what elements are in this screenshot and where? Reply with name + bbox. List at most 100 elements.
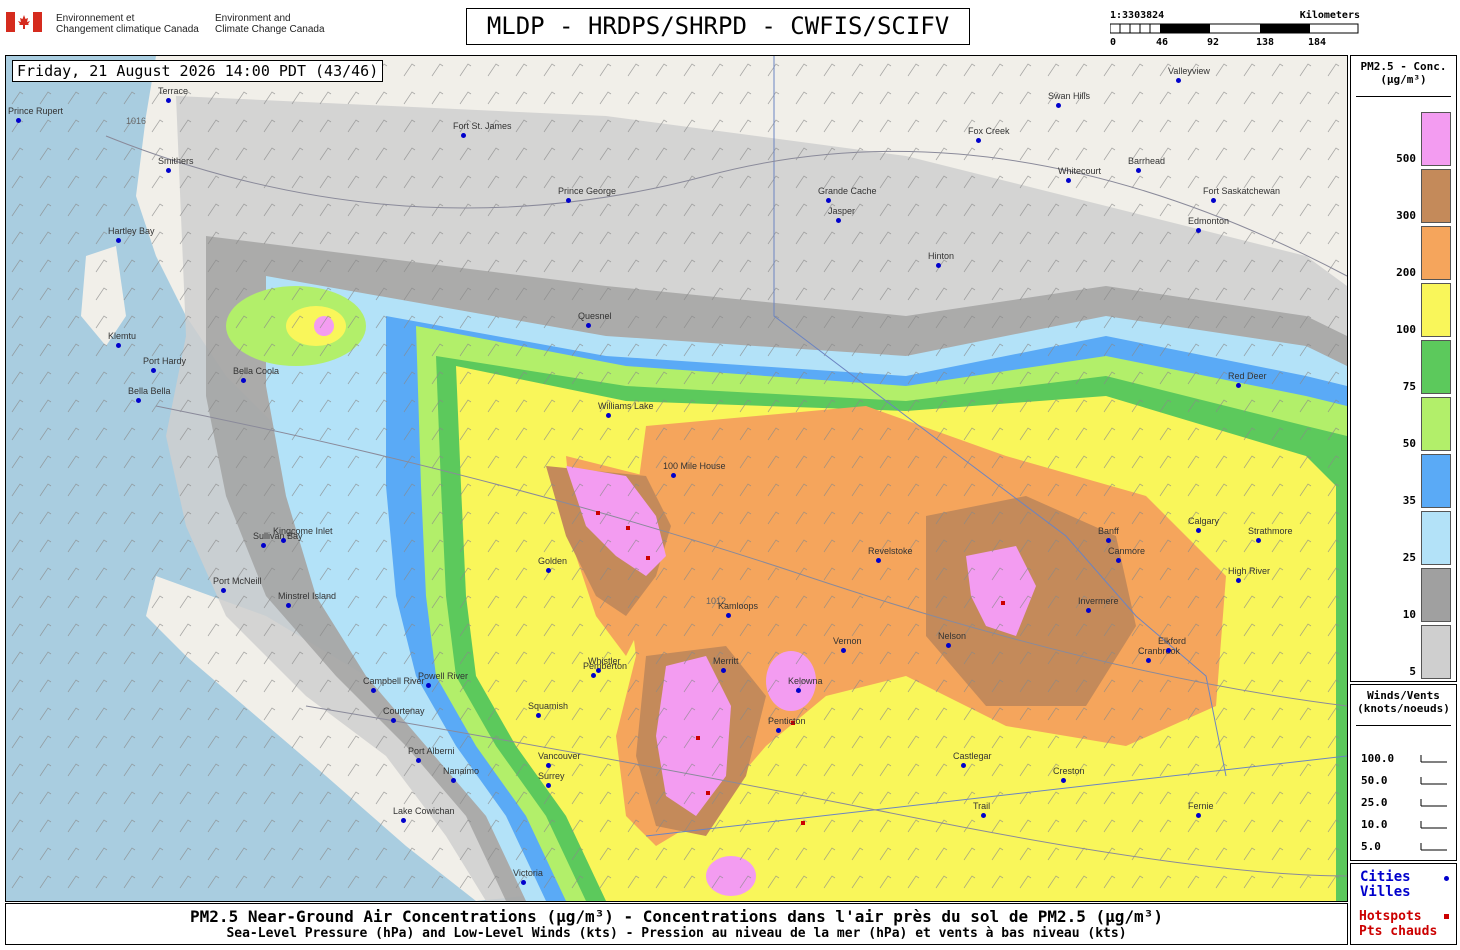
city-dot-icon — [606, 413, 611, 418]
city-dot-icon — [116, 238, 121, 243]
city-label: High River — [1228, 566, 1271, 576]
city-dot-icon — [241, 378, 246, 383]
city-label: Hinton — [928, 251, 955, 261]
caption-line1: PM2.5 Near-Ground Air Concentrations (µg… — [190, 907, 1163, 926]
city-dot-icon — [16, 118, 21, 123]
hotspots-legend-label: Hotspots Pts chauds — [1359, 909, 1437, 939]
isobar-label: 1016 — [126, 116, 147, 126]
scale-bar-graphic — [1110, 23, 1359, 34]
pm-legend-label: 50 — [1402, 437, 1416, 450]
city-dot-icon — [286, 603, 291, 608]
city-label: Swan Hills — [1048, 91, 1091, 101]
city-dot-icon — [1146, 658, 1151, 663]
scale-unit: Kilometers — [1299, 10, 1360, 21]
scale-tick: 138 — [1256, 37, 1275, 48]
city-dot-icon — [826, 198, 831, 203]
city-label: Castlegar — [953, 751, 992, 761]
wind-legend-title-line2: (knots/noeuds) — [1357, 702, 1450, 715]
city-label: Penticton — [768, 716, 806, 726]
city-label: Port Hardy — [143, 356, 187, 366]
city-label: Whitecourt — [1058, 166, 1102, 176]
city-dot-icon — [391, 718, 396, 723]
scale-tick: 92 — [1207, 37, 1220, 48]
map-caption: PM2.5 Near-Ground Air Concentrations (µg… — [5, 903, 1348, 945]
city-label: Williams Lake — [598, 401, 654, 411]
pm-legend-label: 100 — [1396, 323, 1416, 336]
pm-legend-swatch — [1421, 340, 1451, 394]
city-label: Canmore — [1108, 546, 1146, 556]
city-dot-icon — [876, 558, 881, 563]
agency-en-line1: Environment and — [215, 13, 291, 24]
pm-legend-label: 75 — [1402, 380, 1416, 393]
city-label: Cranbrook — [1138, 646, 1181, 656]
city-label: Merritt — [713, 656, 739, 666]
city-label: Victoria — [513, 868, 543, 878]
city-dot-icon — [166, 98, 171, 103]
pm-legend-label: 5 — [1409, 665, 1416, 678]
city-label: Kamloops — [718, 601, 759, 611]
city-dot-icon — [1176, 78, 1181, 83]
city-dot-icon — [1106, 538, 1111, 543]
city-dot-icon — [836, 218, 841, 223]
city-label: Kingcome Inlet — [273, 526, 333, 536]
wind-legend-label: 10.0 — [1361, 818, 1388, 831]
city-dot-icon — [416, 758, 421, 763]
city-dot-icon — [936, 263, 941, 268]
city-dot-icon — [726, 613, 731, 618]
city-label: Red Deer — [1228, 371, 1267, 381]
city-dot-icon — [461, 133, 466, 138]
city-label: Edmonton — [1188, 216, 1230, 226]
city-dot-icon — [426, 683, 431, 688]
city-dot-icon — [841, 648, 846, 653]
city-dot-icon — [281, 538, 286, 543]
city-dot-icon — [1196, 228, 1201, 233]
city-dot-icon — [1196, 813, 1201, 818]
city-label: Golden — [538, 556, 568, 566]
scale-ticks: 0 46 92 138 184 — [1110, 37, 1360, 49]
city-dot-icon — [371, 688, 376, 693]
city-dot-icon — [1086, 608, 1091, 613]
city-dot-icon — [796, 688, 801, 693]
map-canvas — [6, 56, 1347, 901]
scale-tick: 184 — [1308, 37, 1327, 48]
cities-legend-label: Cities Villes — [1360, 870, 1411, 900]
city-label: Terrace — [158, 86, 189, 96]
cities-label-fr: Villes — [1360, 884, 1411, 900]
city-label: Fort St. James — [453, 121, 512, 131]
city-label: Prince George — [558, 186, 617, 196]
scale-bar: 1:3303824 Kilometers 0 46 92 138 184 — [1110, 10, 1360, 50]
city-label: Minstrel Island — [278, 591, 337, 601]
pm-legend-label: 35 — [1402, 494, 1416, 507]
city-dot-icon — [1256, 538, 1261, 543]
pm-legend-label: 25 — [1402, 551, 1416, 564]
city-label: Port Alberni — [408, 746, 455, 756]
city-dot-icon — [721, 668, 726, 673]
city-label: Quesnel — [578, 311, 612, 321]
city-dot-icon — [591, 673, 596, 678]
city-dot-icon — [946, 643, 951, 648]
pm-legend-swatch — [1421, 112, 1451, 166]
city-label: Port McNeill — [213, 576, 262, 586]
city-dot-icon — [536, 713, 541, 718]
city-label: Invermere — [1078, 596, 1119, 606]
hotspot-square-icon — [1444, 914, 1449, 919]
city-dot-icon — [1196, 528, 1201, 533]
pm-legend-swatch — [1421, 568, 1451, 622]
agency-fr-line1: Environnement et — [56, 13, 135, 24]
map-panel[interactable]: 1016 1012 Prince Rupert Terrace Smithers Fo… — [5, 55, 1348, 902]
legend-divider — [1356, 96, 1451, 97]
pm-legend: PM2.5 - Conc. (µg/m³) 500 300 200 100 75 50 35… — [1350, 55, 1457, 682]
pm-legend-swatch — [1421, 397, 1451, 451]
canada-flag-icon — [6, 12, 42, 32]
city-dot-icon — [671, 473, 676, 478]
pm-legend-swatch — [1421, 169, 1451, 223]
city-dot-icon — [976, 138, 981, 143]
city-dot-icon — [521, 880, 526, 885]
city-dot-icon — [1136, 168, 1141, 173]
wind-legend-label: 25.0 — [1361, 796, 1388, 809]
pm-legend-title-line1: PM2.5 - Conc. — [1360, 60, 1447, 73]
city-label: Campbell River — [363, 676, 425, 686]
city-dot-icon — [1236, 383, 1241, 388]
pm-legend-label: 200 — [1396, 266, 1416, 279]
agency-en-line2: Climate Change Canada — [215, 24, 325, 35]
